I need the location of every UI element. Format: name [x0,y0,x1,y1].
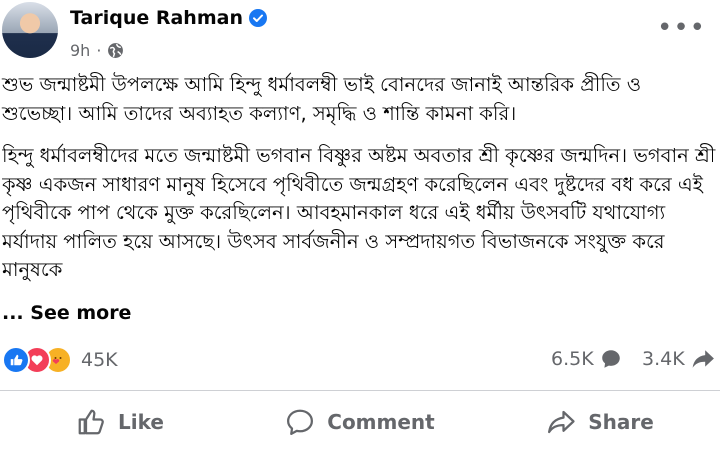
like-button[interactable]: Like [0,398,240,446]
share-arrow-icon [692,350,714,368]
more-options-icon[interactable]: ••• [657,15,706,41]
share-arrow-icon [548,410,575,434]
post-paragraph-1: শুভ জন্মাষ্টমী উপলক্ষে আমি হিন্দু ধর্মাব… [2,73,642,125]
post-actions-bar: Like Comment Share [0,398,720,446]
comment-bubble-icon [601,350,620,368]
see-more-link[interactable]: ... See more [2,302,131,324]
comment-button[interactable]: Comment [240,398,480,446]
author-avatar[interactable] [2,2,58,58]
shares-count: 3.4K [642,348,685,370]
post-paragraph-2: হিন্দু ধর্মাবলম্বীদের মতে জন্মাষ্টমী ভগব… [2,144,716,281]
engagement-stats: 45K 6.5K 3.4K [0,342,720,382]
globe-icon[interactable] [107,42,124,59]
reactions-count: 45K [81,349,118,371]
post-header: Tarique Rahman 9h · ••• [0,0,720,66]
share-label: Share [588,410,654,434]
shares-count-link[interactable]: 3.4K [642,348,715,370]
like-reaction-icon [2,346,30,374]
reactions-summary[interactable]: 45K [2,346,118,374]
comment-label: Comment [327,410,435,434]
like-label: Like [118,410,164,434]
share-button[interactable]: Share [480,398,720,446]
comment-bubble-icon [287,409,314,435]
verified-badge-icon [248,9,267,27]
author-name[interactable]: Tarique Rahman [70,7,243,29]
comments-count: 6.5K [551,348,594,370]
post-body: শুভ জন্মাষ্টমী উপলক্ষে আমি হিন্দু ধর্মাব… [2,71,716,298]
author-name-row: Tarique Rahman [70,7,267,29]
actions-divider [0,390,720,391]
thumbs-up-icon [78,409,104,435]
comments-count-link[interactable]: 6.5K [551,348,622,370]
post-time[interactable]: 9h [70,41,90,60]
post-meta: 9h · [70,41,124,60]
